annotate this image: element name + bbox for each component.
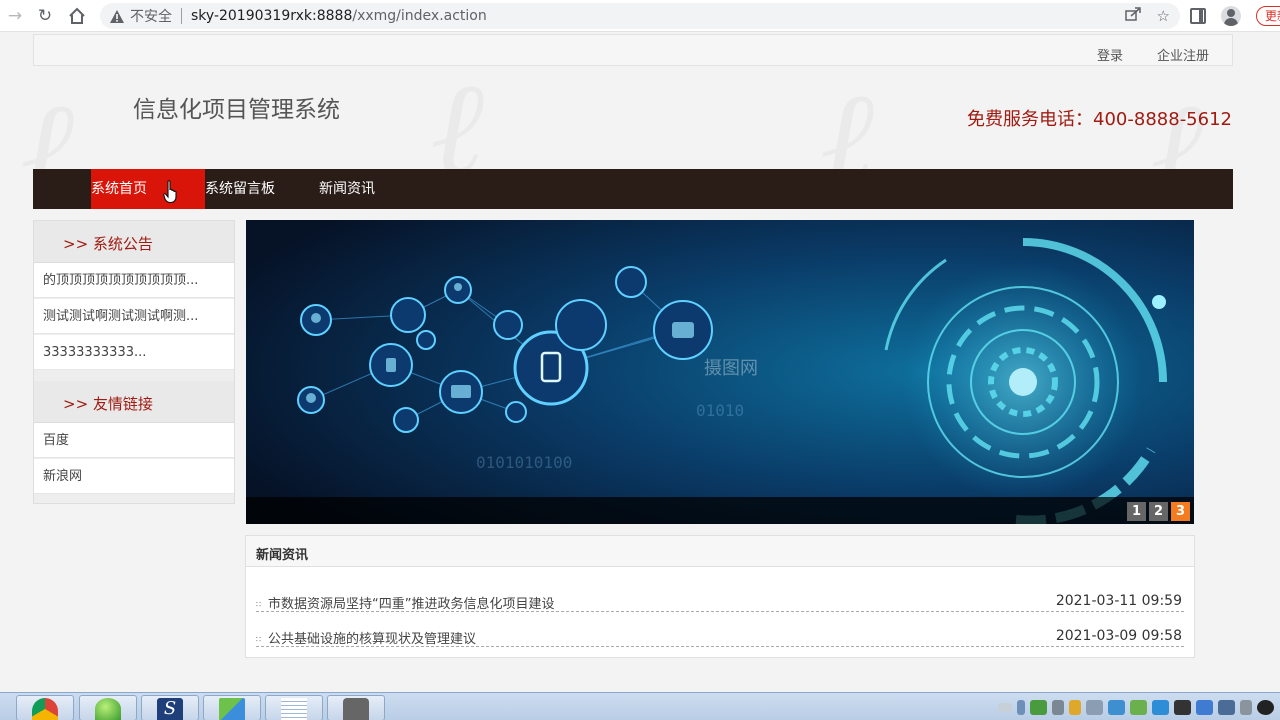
windows-taskbar: S <box>0 692 1280 720</box>
share-icon[interactable] <box>1124 7 1141 25</box>
announcement-title: >> 系统公告 <box>63 235 153 253</box>
browser-toolbar: → ↻ 不安全 sky-20190319rxk:8888/xxmg/index.… <box>0 0 1280 32</box>
banner-slideshow[interactable]: 01010 0101010100 摄图网 1 2 3 <box>246 220 1194 524</box>
warning-icon <box>110 9 124 23</box>
network-icon[interactable] <box>1017 699 1025 715</box>
binary-text-decoration: 0101010100 <box>476 453 572 472</box>
update-button[interactable]: 更新 <box>1256 6 1280 26</box>
friend-link-sina[interactable]: 新浪网 <box>34 459 234 494</box>
reload-icon[interactable]: ↻ <box>30 0 60 32</box>
address-bar[interactable]: 不安全 sky-20190319rxk:8888/xxmg/index.acti… <box>100 3 1180 29</box>
news-item-title[interactable]: 公共基础设施的核算现状及管理建议 <box>268 628 476 647</box>
announcement-item[interactable]: 测试测试啊测试测试啊测... <box>34 299 234 334</box>
friend-link-baidu[interactable]: 百度 <box>34 423 234 458</box>
slideshow-control-bar: 1 2 3 <box>246 497 1194 524</box>
news-title: 新闻资讯 <box>256 548 309 563</box>
service-hotline: 免费服务电话：400-8888-5612 <box>967 109 1232 130</box>
script-s-icon[interactable]: S <box>141 695 199 720</box>
speaker-icon[interactable] <box>1240 699 1252 715</box>
green-tray-icon[interactable] <box>1030 699 1047 715</box>
system-tray <box>998 693 1280 720</box>
slide-page-1[interactable]: 1 <box>1127 502 1146 521</box>
chrome-icon[interactable] <box>16 695 74 720</box>
announcement-header: >> 系统公告 <box>34 221 234 263</box>
sidebar: >> 系统公告 的顶顶顶顶顶顶顶顶顶顶... 测试测试啊测试测试啊测... 33… <box>33 220 235 504</box>
side-panel-icon[interactable] <box>1190 8 1206 24</box>
wifi-tray-icon[interactable] <box>1196 699 1213 715</box>
green-app-icon[interactable] <box>79 695 137 720</box>
dot-bullet-icon: ∷ <box>256 635 261 644</box>
home-icon[interactable] <box>62 0 92 32</box>
url-host: sky-20190319rxk:8888 <box>191 8 353 24</box>
shield-icon[interactable] <box>1069 699 1081 715</box>
qq-penguin-icon[interactable] <box>1257 699 1274 715</box>
nav-item-label: 新闻资讯 <box>319 181 375 197</box>
profile-avatar-icon[interactable] <box>1221 6 1241 26</box>
bookmark-star-icon[interactable]: ☆ <box>1157 7 1170 25</box>
announcement-item[interactable]: 33333333333... <box>34 335 234 370</box>
friend-links-header: >> 友情链接 <box>34 381 234 423</box>
web-page: ℓ ℓ ℓ ℓ 登录 企业注册 信息化项目管理系统 免费服务电话：400-888… <box>0 32 1280 692</box>
news-panel: 新闻资讯 ∷ 市数据资源局坚持“四重”推进政务信息化项目建设 2021-03-1… <box>245 535 1195 658</box>
omnibox-divider <box>181 8 182 24</box>
nav-item-label: 系统首页 <box>91 181 147 197</box>
friend-links-title: >> 友情链接 <box>63 395 153 413</box>
nav-item-home[interactable]: 系统首页 <box>91 169 205 209</box>
dot-bullet-icon: ∷ <box>256 600 261 609</box>
hand-cursor-icon <box>163 180 177 204</box>
omnibox-actions: ☆ <box>1124 3 1170 29</box>
news-item[interactable]: ∷ 市数据资源局坚持“四重”推进政务信息化项目建设 2021-03-11 09:… <box>256 590 1184 612</box>
explorer-icon[interactable] <box>203 695 261 720</box>
volume-icon[interactable] <box>1052 699 1064 715</box>
register-link[interactable]: 企业注册 <box>1157 45 1209 64</box>
news-item-date: 2021-03-11 09:59 <box>1055 593 1182 609</box>
banner-image: 01010 0101010100 摄图网 <box>246 220 1194 524</box>
insecure-label: 不安全 <box>130 9 172 25</box>
news-item-title[interactable]: 市数据资源局坚持“四重”推进政务信息化项目建设 <box>268 593 554 612</box>
sync-tray-icon[interactable] <box>1130 699 1147 715</box>
top-link-bar: 登录 企业注册 <box>33 34 1233 66</box>
update-tray-icon[interactable] <box>1152 699 1169 715</box>
slide-page-2[interactable]: 2 <box>1149 502 1168 521</box>
news-item-date: 2021-03-09 09:58 <box>1055 628 1182 644</box>
app-tray-icon[interactable] <box>1086 699 1103 715</box>
site-title: 信息化项目管理系统 <box>133 97 340 123</box>
news-header: 新闻资讯 <box>246 536 1194 567</box>
slide-page-3[interactable]: 3 <box>1171 502 1190 521</box>
news-item[interactable]: ∷ 公共基础设施的核算现状及管理建议 2021-03-09 09:58 <box>256 625 1184 647</box>
url-path: /xxmg/index.action <box>352 8 487 24</box>
search-tray-icon[interactable] <box>1218 699 1235 715</box>
nav-item-news[interactable]: 新闻资讯 <box>319 169 399 209</box>
keyboard-icon[interactable] <box>998 702 1012 712</box>
announcement-item[interactable]: 的顶顶顶顶顶顶顶顶顶顶... <box>34 263 234 298</box>
notepad-icon[interactable] <box>265 695 323 720</box>
security-tray-icon[interactable] <box>1108 699 1125 715</box>
main-navigation: 系统首页 系统留言板 新闻资讯 <box>33 169 1233 209</box>
back-arrow-icon[interactable]: → <box>0 0 30 32</box>
binary-text-decoration: 01010 <box>696 401 744 420</box>
nav-item-message-board[interactable]: 系统留言板 <box>205 169 305 209</box>
nav-item-label: 系统留言板 <box>205 181 275 197</box>
camera-icon[interactable] <box>327 695 385 720</box>
banner-watermark: 摄图网 <box>704 358 758 379</box>
chat-tray-icon[interactable] <box>1174 699 1191 715</box>
login-link[interactable]: 登录 <box>1097 45 1123 64</box>
